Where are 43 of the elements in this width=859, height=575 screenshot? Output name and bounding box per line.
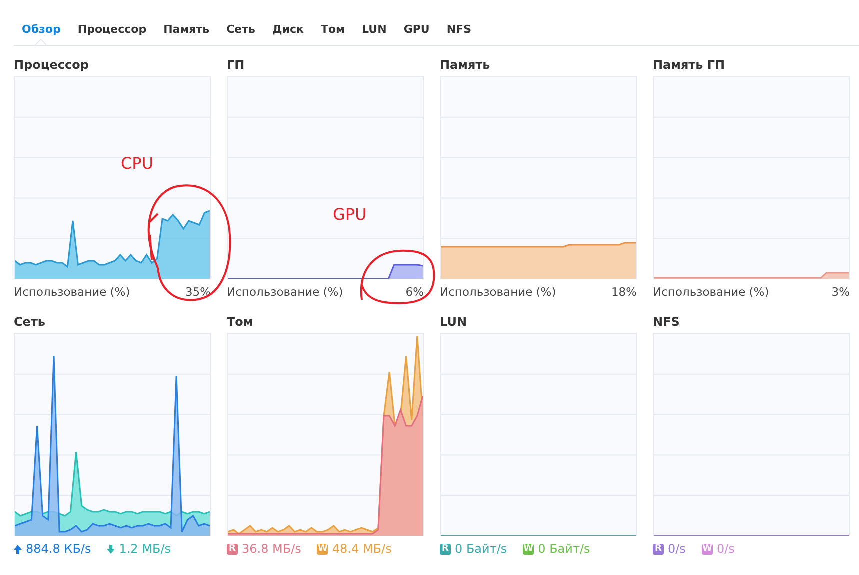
legend-badge: R	[653, 544, 664, 554]
tab[interactable]: Диск	[264, 18, 312, 45]
panel-title: Память	[440, 58, 492, 74]
rate-value: 1.2 МБ/s	[119, 542, 171, 556]
panel-title: Том	[227, 315, 254, 331]
legend-badge: W	[702, 544, 713, 554]
rate-value: 0/s	[716, 542, 735, 556]
legend-badge: R	[440, 544, 451, 554]
annotation-text: GPU	[333, 205, 367, 224]
rate-value: 36.8 МБ/s	[242, 542, 302, 556]
upload-arrow-icon	[14, 544, 22, 554]
usage-label: Использование (%)	[14, 285, 130, 299]
tab[interactable]: Обзор	[14, 18, 69, 45]
legend-badge: R	[227, 544, 238, 554]
usage-label: Использование (%)	[440, 285, 556, 299]
rate-value: 0/s	[668, 542, 686, 556]
panel-title: LUN	[440, 315, 468, 331]
legend-badge: W	[317, 544, 328, 554]
rate-value: 0 Байт/s	[538, 542, 590, 556]
tab[interactable]: LUN	[354, 18, 395, 45]
rate-value: 884.8 КБ/s	[26, 542, 92, 556]
panel-title: Сеть	[14, 315, 46, 331]
usage-value: 6%	[406, 285, 424, 299]
usage-value: 3%	[832, 285, 850, 299]
tab[interactable]: Процессор	[70, 18, 155, 45]
rate-value: 0 Байт/s	[455, 542, 508, 556]
rate-value: 48.4 МБ/s	[332, 542, 392, 556]
usage-value: 18%	[611, 285, 637, 299]
panel-title: Процессор	[14, 58, 90, 74]
annotation-text: CPU	[121, 154, 154, 173]
tab[interactable]: Память	[156, 18, 218, 45]
download-arrow-icon	[107, 544, 116, 554]
tab[interactable]: GPU	[396, 18, 438, 45]
tab[interactable]: Том	[312, 18, 354, 45]
panel-title: ГП	[227, 58, 246, 74]
tab[interactable]: Сеть	[218, 18, 264, 45]
usage-label: Использование (%)	[227, 285, 344, 299]
tab[interactable]: NFS	[438, 18, 480, 45]
legend-badge: W	[523, 544, 534, 554]
panel-title: Память ГП	[653, 58, 726, 74]
usage-label: Использование (%)	[653, 285, 770, 299]
panel-title: NFS	[653, 315, 681, 331]
usage-value: 35%	[185, 285, 211, 299]
